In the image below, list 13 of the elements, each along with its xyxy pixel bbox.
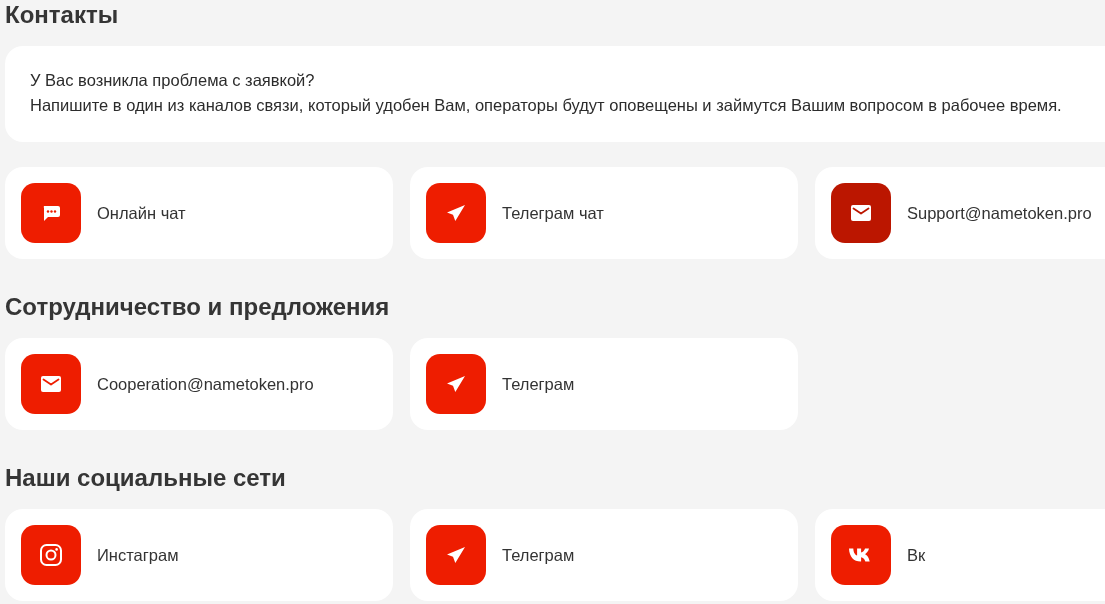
contact-link[interactable]: Support@nametoken.pro (815, 167, 1105, 259)
contact-link[interactable]: Телеграм (410, 509, 798, 601)
contact-link[interactable]: Вк (815, 509, 1105, 601)
section-heading: Контакты (5, 0, 119, 30)
contact-link[interactable]: Телеграм (410, 338, 798, 430)
contact-link[interactable]: Инстаграм (5, 509, 393, 601)
section-heading: Наши социальные сети (5, 463, 286, 493)
notice-text: У Вас возникла проблема с заявкой? (30, 70, 315, 91)
contact-link[interactable]: Онлайн чат (5, 167, 393, 259)
contact-link[interactable]: Телеграм чат (410, 167, 798, 259)
section-heading: Сотрудничество и предложения (5, 292, 390, 322)
notice-text: Напишите в один из каналов связи, который удобен Вам, операторы будут оповещены и займутся Вашим вопросом в рабочее время. (30, 95, 1062, 116)
contact-link[interactable]: Cooperation@nametoken.pro (5, 338, 393, 430)
